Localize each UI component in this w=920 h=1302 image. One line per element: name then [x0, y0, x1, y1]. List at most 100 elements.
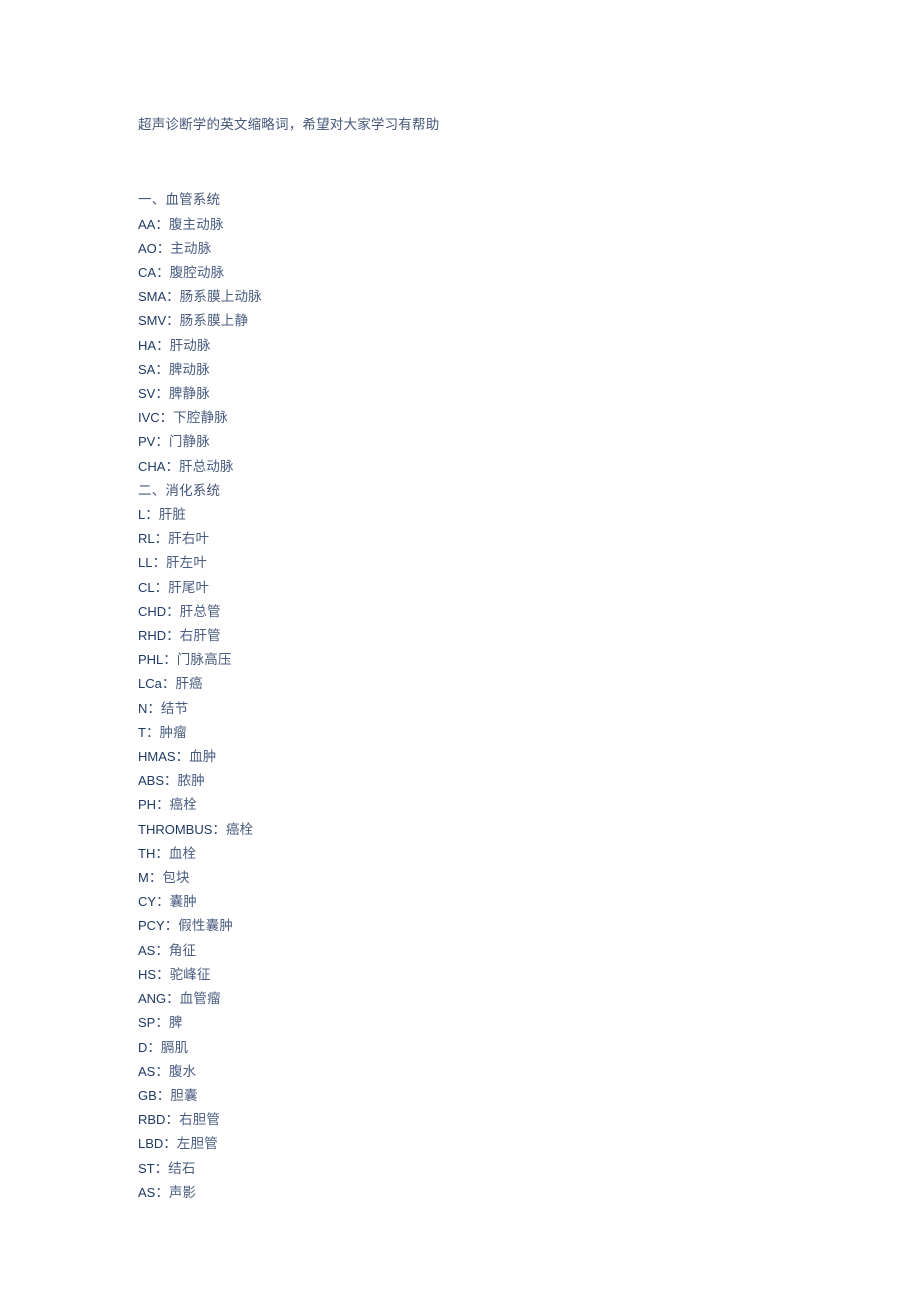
colon-separator: ： [154, 1160, 169, 1176]
abbreviation-code: CL [138, 579, 155, 595]
colon-separator: ： [164, 773, 178, 789]
colon-separator: ： [156, 265, 170, 280]
abbreviation-code: AO [138, 240, 157, 256]
abbreviation-entry: PHL：门脉高压 [138, 648, 788, 672]
abbreviation-code: AS [138, 1184, 156, 1200]
section-heading: 一、血管系统 [138, 192, 221, 208]
abbreviation-entry: CHA：肝总动脉 [138, 455, 788, 479]
abbreviation-meaning: 腹主动脉 [168, 216, 224, 232]
colon-separator: ： [147, 1039, 161, 1055]
abbreviation-code: LL [138, 555, 153, 571]
abbreviation-code: ANG [138, 991, 167, 1007]
abbreviation-meaning: 肝动脉 [169, 337, 211, 353]
abbreviation-entry: LCa：肝癌 [138, 672, 788, 696]
abbreviation-entry: PV：门静脉 [138, 430, 788, 454]
abbreviation-entry: PCY：假性囊肿 [138, 914, 788, 938]
colon-separator: ： [145, 507, 159, 523]
abbreviation-code: M [138, 870, 149, 886]
colon-separator: ： [164, 918, 179, 934]
abbreviation-meaning: 假性囊肿 [178, 918, 234, 934]
abbreviation-entry: SV：脾静脉 [138, 382, 788, 406]
colon-separator: ： [154, 579, 169, 595]
abbreviation-entry: GB：胆囊 [138, 1084, 788, 1108]
abbreviation-code: D [138, 1039, 148, 1055]
blank-spacer-line [138, 151, 788, 175]
abbreviation-entry: AS：角征 [138, 939, 788, 963]
colon-separator: ： [212, 821, 226, 837]
abbreviation-entry: ST：结石 [138, 1157, 788, 1181]
abbreviation-entry: HA：肝动脉 [138, 334, 788, 358]
abbreviation-entry: LBD：左胆管 [138, 1132, 788, 1156]
abbreviation-entry: HMAS：血肿 [138, 745, 788, 769]
colon-separator: ： [148, 870, 163, 886]
abbreviation-code: N [138, 700, 148, 716]
abbreviation-entry: LL：肝左叶 [138, 551, 788, 575]
abbreviation-meaning: 脓肿 [177, 773, 205, 789]
abbreviation-meaning: 左胆管 [176, 1136, 218, 1152]
abbreviation-entry: L：肝脏 [138, 503, 788, 527]
abbreviation-code: CHD [138, 603, 167, 619]
abbreviation-code: THROMBUS [138, 821, 213, 837]
abbreviation-meaning: 主动脉 [170, 240, 212, 256]
document-body: 超声诊断学的英文缩略词，希望对大家学习有帮助 一、血管系统 AA：腹主动脉 AO：主… [138, 113, 788, 1205]
document-page: 超声诊断学的英文缩略词，希望对大家学习有帮助 一、血管系统 AA：腹主动脉 AO：主… [0, 0, 920, 1302]
abbreviation-entry: T：肿瘤 [138, 721, 788, 745]
abbreviation-meaning: 腹水 [168, 1063, 197, 1079]
abbreviation-meaning: 肿瘤 [159, 724, 187, 740]
abbreviation-entry: AS：腹水 [138, 1060, 788, 1084]
colon-separator: ： [175, 749, 190, 765]
abbreviation-code: SP [138, 1015, 156, 1031]
abbreviation-meaning: 癌栓 [169, 797, 197, 813]
abbreviation-entry: RL：肝右叶 [138, 527, 788, 551]
abbreviation-meaning: 右肝管 [179, 628, 221, 644]
abbreviation-meaning: 肝总管 [179, 603, 221, 619]
colon-separator: ： [165, 1112, 179, 1128]
colon-separator: ： [155, 942, 169, 958]
abbreviation-code: T [138, 724, 146, 740]
abbreviation-meaning: 囊肿 [169, 894, 197, 910]
colon-separator: ： [156, 240, 171, 256]
colon-separator: ： [155, 434, 169, 450]
colon-separator: ： [166, 991, 180, 1007]
abbreviation-entry: M：包块 [138, 866, 788, 890]
abbreviation-entry: N：结节 [138, 697, 788, 721]
abbreviation-code: SMA [138, 289, 167, 305]
abbreviation-code: HA [138, 337, 157, 353]
abbreviation-meaning: 门脉高压 [176, 652, 232, 668]
abbreviation-code: ABS [138, 773, 165, 789]
abbreviation-entry: SP：脾 [138, 1011, 788, 1035]
abbreviation-code: CHA [138, 458, 166, 474]
abbreviation-code: SMV [138, 313, 167, 329]
abbreviation-entry: HS：驼峰征 [138, 963, 788, 987]
abbreviation-meaning: 胆囊 [170, 1087, 198, 1103]
abbreviation-entry: CY：囊肿 [138, 890, 788, 914]
abbreviation-code: RL [138, 531, 155, 547]
abbreviation-entry: AS：声影 [138, 1181, 788, 1205]
abbreviation-entry: SMV：肠系膜上静 [138, 309, 788, 333]
abbreviation-code: TH [138, 845, 156, 861]
abbreviation-entry: RHD：右肝管 [138, 624, 788, 648]
colon-separator: ： [161, 676, 176, 692]
colon-separator: ： [155, 845, 169, 861]
abbreviation-entry: PH：癌栓 [138, 793, 788, 817]
abbreviation-meaning: 肝尾叶 [168, 579, 210, 595]
abbreviation-meaning: 肝总动脉 [178, 458, 234, 474]
abbreviation-entry: CL：肝尾叶 [138, 576, 788, 600]
colon-separator: ： [152, 555, 166, 571]
colon-separator: ： [155, 361, 169, 377]
abbreviation-meaning: 下腔静脉 [173, 410, 228, 426]
abbreviation-meaning: 腹腔动脉 [169, 265, 225, 280]
abbreviation-code: AS [138, 942, 156, 958]
abbreviation-meaning: 肠系膜上动脉 [179, 289, 262, 305]
abbreviation-meaning: 肝右叶 [168, 531, 210, 547]
abbreviation-meaning: 包块 [162, 870, 190, 886]
abbreviation-entry: ANG：血管瘤 [138, 987, 788, 1011]
abbreviation-code: PHL [138, 652, 164, 668]
abbreviation-meaning: 肠系膜上静 [179, 313, 249, 329]
colon-separator: ： [155, 1015, 169, 1031]
abbreviation-meaning: 结节 [160, 700, 189, 716]
abbreviation-entry: D：膈肌 [138, 1036, 788, 1060]
abbreviation-code: PH [138, 797, 157, 813]
colon-separator: ： [145, 724, 160, 740]
abbreviation-meaning: 右胆管 [178, 1112, 221, 1128]
